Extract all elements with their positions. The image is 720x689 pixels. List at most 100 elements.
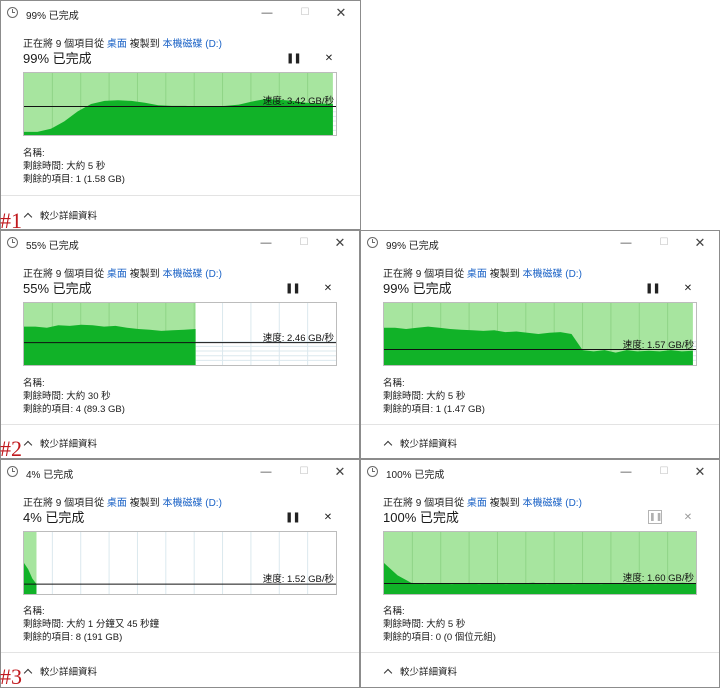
destination-link[interactable]: 本機磁碟 (D:) <box>162 39 221 50</box>
stop-button[interactable]: ✕ <box>321 512 335 523</box>
divider <box>1 195 360 196</box>
time-remaining: 剩餘時間: 大約 30 秒 <box>23 391 111 402</box>
divider <box>1 652 359 653</box>
chevron-up-icon <box>23 668 33 678</box>
items-remaining: 剩餘的項目: 8 (191 GB) <box>23 632 123 643</box>
throughput-graph: 速度: 3.42 GB/秒 <box>23 72 337 136</box>
fewer-details-button[interactable]: 較少詳細資料 <box>383 664 458 678</box>
maximize-button[interactable]: ☐ <box>653 462 675 482</box>
clock-icon <box>7 237 18 248</box>
percent-complete: 100% 已完成 <box>383 510 459 525</box>
annotation-3: #3 <box>0 664 22 689</box>
divider <box>361 424 719 425</box>
chevron-up-icon <box>383 440 393 450</box>
speed-label: 速度: 2.46 GB/秒 <box>262 332 334 344</box>
stop-button[interactable]: ✕ <box>681 283 695 294</box>
title-bar[interactable]: 99% 已完成 — ☐ ✕ <box>361 231 719 257</box>
time-remaining: 剩餘時間: 大約 1 分鐘又 45 秒鐘 <box>23 619 160 630</box>
speed-label: 速度: 1.52 GB/秒 <box>262 574 334 586</box>
close-button[interactable]: ✕ <box>329 233 351 253</box>
annotation-2: #2 <box>0 436 22 461</box>
items-remaining: 剩餘的項目: 0 (0 個位元組) <box>383 632 496 643</box>
time-remaining: 剩餘時間: 大約 5 秒 <box>23 161 106 172</box>
close-button[interactable]: ✕ <box>329 462 351 482</box>
destination-link[interactable]: 本機磁碟 (D:) <box>522 269 581 280</box>
minimize-button[interactable]: — <box>615 233 637 253</box>
speed-label: 速度: 1.60 GB/秒 <box>622 573 694 585</box>
window-title: 4% 已完成 <box>26 470 74 481</box>
minimize-button[interactable]: — <box>255 462 277 482</box>
pause-button[interactable]: ❚❚ <box>648 510 662 524</box>
fewer-details-button[interactable]: 較少詳細資料 <box>23 208 98 222</box>
minimize-button[interactable]: — <box>255 233 277 253</box>
source-link[interactable]: 桌面 <box>107 269 127 280</box>
destination-link[interactable]: 本機磁碟 (D:) <box>162 269 221 280</box>
name-label: 名稱: <box>383 378 405 389</box>
copy-middle: 複製到 <box>129 39 160 50</box>
graph-svg <box>384 303 696 365</box>
source-link[interactable]: 桌面 <box>467 498 487 509</box>
chevron-up-icon <box>23 212 33 222</box>
title-bar[interactable]: 55% 已完成 — ☐ ✕ <box>1 231 359 257</box>
divider <box>1 424 359 425</box>
title-bar[interactable]: 4% 已完成 — ☐ ✕ <box>1 460 359 486</box>
maximize-button[interactable]: ☐ <box>293 462 315 482</box>
name-label: 名稱: <box>23 148 45 159</box>
fewer-details-label: 較少詳細資料 <box>40 439 98 450</box>
source-link[interactable]: 桌面 <box>467 269 487 280</box>
window-title: 99% 已完成 <box>26 11 79 22</box>
copy-middle: 複製到 <box>489 498 520 509</box>
chevron-up-icon <box>383 668 393 678</box>
source-link[interactable]: 桌面 <box>107 498 127 509</box>
fewer-details-label: 較少詳細資料 <box>400 667 458 678</box>
fewer-details-button[interactable]: 較少詳細資料 <box>23 664 98 678</box>
maximize-button[interactable]: ☐ <box>293 233 315 253</box>
copy-dialog-2: 55% 已完成 — ☐ ✕ 正在將 9 個項目從 桌面 複製到 本機磁碟 (D:… <box>0 230 360 459</box>
minimize-button[interactable]: — <box>615 462 637 482</box>
speed-label: 速度: 1.57 GB/秒 <box>622 339 694 351</box>
destination-link[interactable]: 本機磁碟 (D:) <box>162 498 221 509</box>
minimize-button[interactable]: — <box>256 3 278 23</box>
percent-complete: 99% 已完成 <box>23 51 92 66</box>
copy-middle: 複製到 <box>129 498 160 509</box>
fewer-details-label: 較少詳細資料 <box>40 211 98 222</box>
clock-icon <box>7 466 18 477</box>
source-link[interactable]: 桌面 <box>107 39 127 50</box>
window-title: 55% 已完成 <box>26 241 79 252</box>
copy-dialog-1: 99% 已完成 — ☐ ✕ 正在將 9 個項目從 桌面 複製到 本機磁碟 (D:… <box>0 0 361 230</box>
window-title: 100% 已完成 <box>386 470 445 481</box>
copy-dialog-4: 4% 已完成 — ☐ ✕ 正在將 9 個項目從 桌面 複製到 本機磁碟 (D:)… <box>0 459 360 688</box>
close-button[interactable]: ✕ <box>689 233 711 253</box>
pause-button[interactable]: ❚❚ <box>286 53 302 64</box>
throughput-area <box>24 324 196 365</box>
stop-button[interactable]: ✕ <box>322 53 336 64</box>
items-remaining: 剩餘的項目: 4 (89.3 GB) <box>23 404 125 415</box>
destination-link[interactable]: 本機磁碟 (D:) <box>522 498 581 509</box>
clock-icon <box>7 7 18 18</box>
fewer-details-button[interactable]: 較少詳細資料 <box>23 436 98 450</box>
annotation-1: #1 <box>0 208 22 233</box>
window-title: 99% 已完成 <box>386 241 439 252</box>
copy-middle: 複製到 <box>129 269 160 280</box>
fewer-details-label: 較少詳細資料 <box>40 667 98 678</box>
maximize-button[interactable]: ☐ <box>294 3 316 23</box>
pause-button[interactable]: ❚❚ <box>285 283 301 294</box>
close-button[interactable]: ✕ <box>689 462 711 482</box>
time-remaining: 剩餘時間: 大約 5 秒 <box>383 619 466 630</box>
title-bar[interactable]: 99% 已完成 — ☐ ✕ <box>1 1 360 27</box>
name-label: 名稱: <box>383 606 405 617</box>
stop-button[interactable]: ✕ <box>321 283 335 294</box>
close-button[interactable]: ✕ <box>330 3 352 23</box>
pause-button[interactable]: ❚❚ <box>285 512 301 523</box>
throughput-graph: 速度: 1.52 GB/秒 <box>23 531 337 595</box>
chevron-up-icon <box>23 440 33 450</box>
title-bar[interactable]: 100% 已完成 — ☐ ✕ <box>361 460 719 486</box>
fewer-details-button[interactable]: 較少詳細資料 <box>383 436 458 450</box>
maximize-button[interactable]: ☐ <box>653 233 675 253</box>
copy-middle: 複製到 <box>489 269 520 280</box>
stop-button[interactable]: ✕ <box>681 512 695 523</box>
name-label: 名稱: <box>23 378 45 389</box>
items-remaining: 剩餘的項目: 1 (1.47 GB) <box>383 404 485 415</box>
fewer-details-label: 較少詳細資料 <box>400 439 458 450</box>
pause-button[interactable]: ❚❚ <box>645 283 661 294</box>
